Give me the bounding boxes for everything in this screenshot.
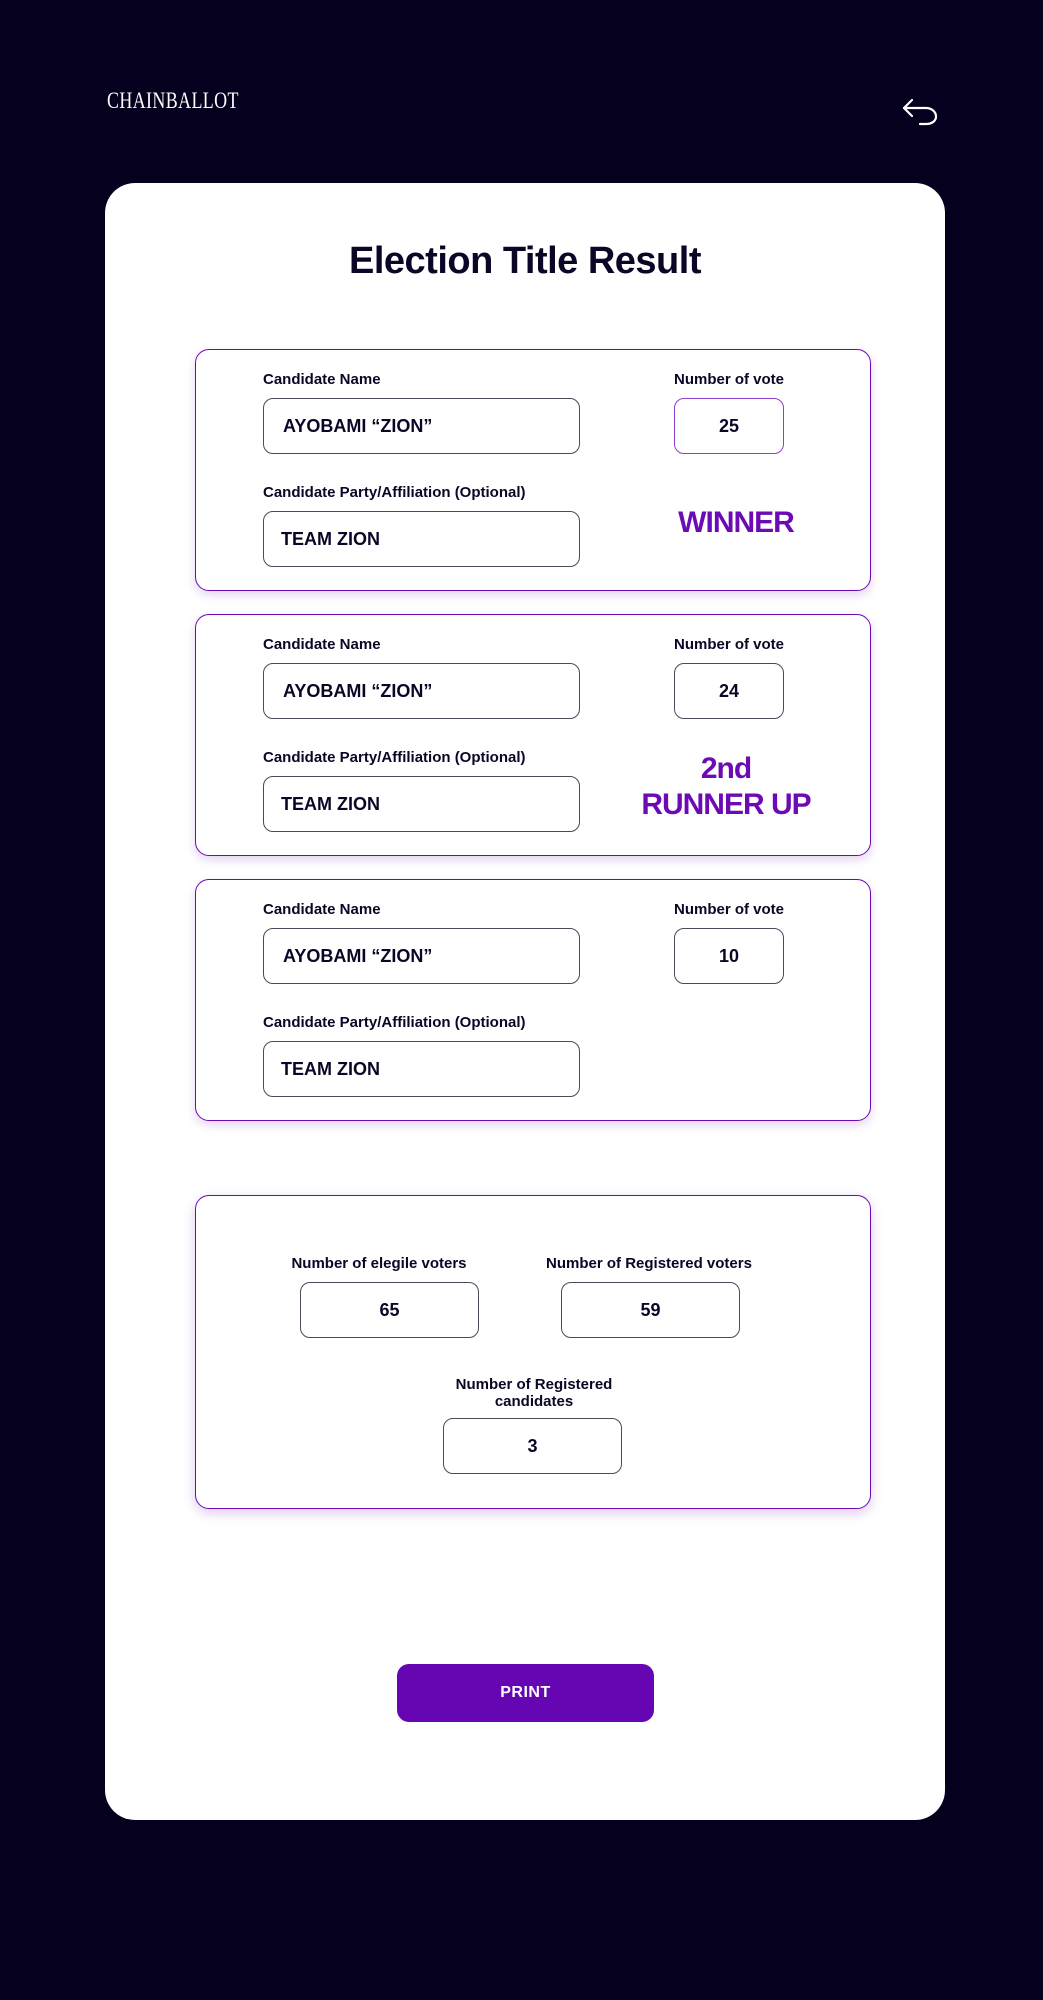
candidate-name-field: AYOBAMI “ZION” <box>263 663 580 719</box>
registered-candidates-label: Number of Registered candidates <box>434 1376 634 1410</box>
rank-line: WINNER <box>678 506 795 539</box>
vote-count-field: 24 <box>674 663 784 719</box>
vote-count-label: Number of vote <box>674 901 785 918</box>
rank-line: 2nd <box>700 752 752 785</box>
rank-line: RUNNER UP <box>641 788 811 821</box>
party-field: TEAM ZION <box>263 511 580 567</box>
candidate-name-label: Candidate Name <box>263 636 381 653</box>
print-button[interactable]: PRINT <box>397 1664 654 1722</box>
candidate-name-label: Candidate Name <box>263 371 381 388</box>
brand-logo: CHAINBALLOT <box>107 88 239 113</box>
eligible-voters-field: 65 <box>300 1282 479 1338</box>
candidate-card: Candidate Name AYOBAMI “ZION” Number of … <box>195 614 871 856</box>
party-label: Candidate Party/Affiliation (Optional) <box>263 1014 526 1031</box>
party-label: Candidate Party/Affiliation (Optional) <box>263 484 526 501</box>
registered-candidates-field: 3 <box>443 1418 622 1474</box>
eligible-voters-label: Number of elegile voters <box>291 1255 467 1272</box>
candidate-card: Candidate Name AYOBAMI “ZION” Number of … <box>195 879 871 1121</box>
election-stats-card: Number of elegile voters 65 Number of Re… <box>195 1195 871 1509</box>
undo-arrow-icon <box>902 98 938 126</box>
party-field: TEAM ZION <box>263 1041 580 1097</box>
registered-voters-label: Number of Registered voters <box>546 1255 752 1272</box>
vote-count-label: Number of vote <box>674 636 785 653</box>
party-field: TEAM ZION <box>263 776 580 832</box>
back-button[interactable] <box>900 94 940 128</box>
registered-candidates-label-line: candidates <box>494 1393 574 1410</box>
vote-count-field: 10 <box>674 928 784 984</box>
candidate-name-label: Candidate Name <box>263 901 381 918</box>
vote-count-field: 25 <box>674 398 784 454</box>
rank-badge: 2nd RUNNER UP <box>626 751 826 823</box>
candidate-name-field: AYOBAMI “ZION” <box>263 928 580 984</box>
registered-voters-field: 59 <box>561 1282 740 1338</box>
page-title: Election Title Result <box>349 240 701 282</box>
rank-badge: WINNER <box>666 505 806 541</box>
candidate-name-field: AYOBAMI “ZION” <box>263 398 580 454</box>
registered-candidates-label-line: Number of Registered <box>455 1376 613 1393</box>
results-card: Election Title Result Candidate Name AYO… <box>105 183 945 1820</box>
vote-count-label: Number of vote <box>674 371 785 388</box>
party-label: Candidate Party/Affiliation (Optional) <box>263 749 526 766</box>
candidate-card: Candidate Name AYOBAMI “ZION” Number of … <box>195 349 871 591</box>
